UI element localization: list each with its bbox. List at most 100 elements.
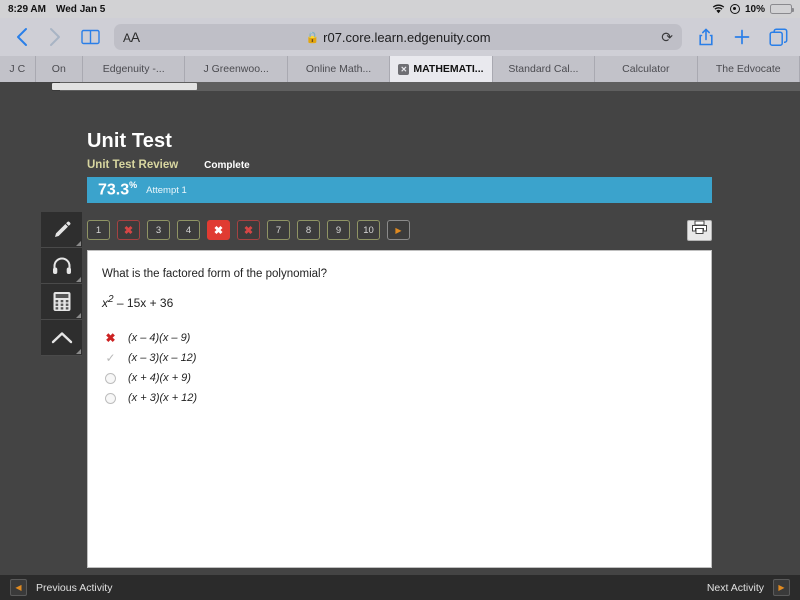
tab-label: Online Math... bbox=[305, 63, 372, 75]
radio-button[interactable] bbox=[104, 392, 117, 405]
arrow-up-icon bbox=[50, 328, 74, 348]
url-display: 🔒 r07.core.learn.edgenuity.com bbox=[114, 30, 682, 45]
tab-bar: J C On Edgenuity -... J Greenwoo... Online M… bbox=[0, 56, 800, 82]
question-nav: 1 ✖ 3 4 ✖ ✖ 7 8 9 10 ▶ bbox=[87, 212, 712, 248]
x-icon: ✖ bbox=[105, 331, 116, 345]
tab-label: On bbox=[51, 63, 66, 75]
question-nav-button[interactable]: 3 bbox=[147, 220, 170, 240]
browser-tab[interactable]: ✕ MATHEMATI... bbox=[390, 56, 493, 82]
lock-icon: 🔒 bbox=[305, 31, 320, 44]
course-header: Unit Test Unit Test Review Complete bbox=[87, 130, 250, 171]
browser-tab[interactable]: J Greenwoo... bbox=[185, 56, 288, 82]
answer-options: ✖ (x – 4)(x – 9) ✓ (x – 3)(x – 12) (x + 4)(x… bbox=[104, 328, 711, 408]
question-nav-button[interactable]: ✖ bbox=[237, 220, 260, 240]
answer-option[interactable]: ✓ (x – 3)(x – 12) bbox=[104, 348, 711, 368]
previous-activity-button[interactable]: ◀ Previous Activity bbox=[10, 579, 112, 596]
correct-mark-icon: ✓ bbox=[104, 352, 117, 365]
pencil-tool[interactable] bbox=[41, 212, 82, 248]
bookmarks-icon[interactable] bbox=[78, 26, 102, 48]
battery-percent: 10% bbox=[744, 3, 765, 15]
printer-icon bbox=[691, 220, 708, 240]
subtitle-row: Unit Test Review Complete bbox=[87, 159, 250, 171]
question-nav-button[interactable]: 1 bbox=[87, 220, 110, 240]
answer-option-label: (x + 3)(x + 12) bbox=[128, 392, 198, 404]
page-content: Unit Test Unit Test Review Complete 73.3… bbox=[0, 82, 800, 600]
next-activity-button[interactable]: Next Activity ▶ bbox=[707, 579, 790, 596]
question-nav-button[interactable]: 9 bbox=[327, 220, 350, 240]
answer-option-label: (x – 4)(x – 9) bbox=[128, 332, 191, 344]
question-nav-button[interactable]: 10 bbox=[357, 220, 380, 240]
ios-status-bar: 8:29 AM Wed Jan 5 10% bbox=[0, 0, 800, 18]
question-nav-button[interactable]: ✖ bbox=[117, 220, 140, 240]
scrollbar-thumb[interactable] bbox=[52, 83, 197, 90]
next-question-button[interactable]: ▶ bbox=[387, 220, 410, 240]
address-bar[interactable]: AA 🔒 r07.core.learn.edgenuity.com ⟳ bbox=[114, 24, 682, 50]
reload-icon[interactable]: ⟳ bbox=[661, 29, 673, 46]
next-arrow-icon: ▶ bbox=[773, 579, 790, 596]
collapse-tool[interactable] bbox=[41, 320, 82, 356]
wifi-icon bbox=[712, 4, 725, 14]
tab-label: MATHEMATI... bbox=[413, 63, 484, 75]
close-icon[interactable]: ✕ bbox=[398, 63, 410, 75]
browser-tab[interactable]: Edgenuity -... bbox=[83, 56, 186, 82]
browser-tab[interactable]: Online Math... bbox=[288, 56, 391, 82]
browser-tab[interactable]: Standard Cal... bbox=[493, 56, 596, 82]
question-nav-button[interactable]: 8 bbox=[297, 220, 320, 240]
answer-option[interactable]: (x + 4)(x + 9) bbox=[104, 368, 711, 388]
question-expression: x2 – 15x + 36 bbox=[102, 294, 174, 310]
status-date: Wed Jan 5 bbox=[55, 3, 106, 15]
url-text: r07.core.learn.edgenuity.com bbox=[323, 29, 491, 45]
answer-option[interactable]: ✖ (x – 4)(x – 9) bbox=[104, 328, 711, 348]
status-badge: Complete bbox=[204, 160, 250, 171]
assignment-name: Unit Test Review bbox=[87, 159, 179, 171]
question-nav-button[interactable]: 7 bbox=[267, 220, 290, 240]
tool-rail bbox=[41, 212, 82, 356]
browser-tab[interactable]: J C bbox=[0, 56, 36, 82]
audio-tool[interactable] bbox=[41, 248, 82, 284]
location-icon bbox=[729, 4, 740, 14]
answer-option[interactable]: (x + 3)(x + 12) bbox=[104, 388, 711, 408]
calculator-tool[interactable] bbox=[41, 284, 82, 320]
activity-bar: ◀ Previous Activity Next Activity ▶ bbox=[0, 575, 800, 600]
battery-icon bbox=[770, 4, 794, 14]
question-nav-button[interactable]: ✖ bbox=[207, 220, 230, 240]
score-bar: 73.3% Attempt 1 bbox=[87, 177, 712, 203]
browser-toolbar: AA 🔒 r07.core.learn.edgenuity.com ⟳ bbox=[0, 18, 800, 56]
share-icon[interactable] bbox=[694, 25, 718, 49]
attempt-label: Attempt 1 bbox=[146, 184, 187, 196]
tab-label: J Greenwoo... bbox=[203, 63, 269, 75]
forward-button[interactable] bbox=[44, 26, 66, 48]
status-right: 10% bbox=[712, 3, 794, 15]
tab-label: Edgenuity -... bbox=[102, 63, 165, 75]
answer-option-label: (x – 3)(x – 12) bbox=[128, 352, 197, 364]
browser-tab[interactable]: Calculator bbox=[595, 56, 698, 82]
back-button[interactable] bbox=[10, 26, 32, 48]
text-size-button[interactable]: AA bbox=[123, 29, 140, 45]
radio-button[interactable] bbox=[104, 372, 117, 385]
status-time: 8:29 AM bbox=[8, 3, 46, 15]
previous-arrow-icon: ◀ bbox=[10, 579, 27, 596]
browser-tab[interactable]: On bbox=[36, 56, 83, 82]
incorrect-mark-icon: ✖ bbox=[104, 332, 117, 345]
status-left: 8:29 AM Wed Jan 5 bbox=[8, 4, 105, 15]
question-nav-button[interactable]: 4 bbox=[177, 220, 200, 240]
browser-tab[interactable]: The Edvocate bbox=[698, 56, 800, 82]
tab-label: The Edvocate bbox=[715, 63, 781, 75]
pencil-icon bbox=[51, 219, 73, 241]
next-activity-label: Next Activity bbox=[706, 581, 764, 594]
question-prompt: What is the factored form of the polynom… bbox=[102, 268, 327, 280]
new-tab-icon[interactable] bbox=[730, 25, 754, 49]
headphones-icon bbox=[51, 256, 73, 276]
calculator-icon bbox=[52, 291, 72, 312]
score-value: 73.3% bbox=[98, 180, 138, 199]
tab-label: Calculator bbox=[622, 63, 670, 75]
question-panel: What is the factored form of the polynom… bbox=[87, 250, 712, 568]
print-button[interactable] bbox=[687, 219, 712, 241]
check-icon: ✓ bbox=[105, 351, 116, 365]
page-title: Unit Test bbox=[87, 130, 172, 152]
answer-option-label: (x + 4)(x + 9) bbox=[128, 372, 191, 384]
tab-overview-icon[interactable] bbox=[766, 25, 790, 49]
tab-label: Standard Cal... bbox=[508, 63, 579, 75]
previous-activity-label: Previous Activity bbox=[36, 581, 113, 594]
horizontal-scrollbar[interactable] bbox=[52, 82, 800, 91]
